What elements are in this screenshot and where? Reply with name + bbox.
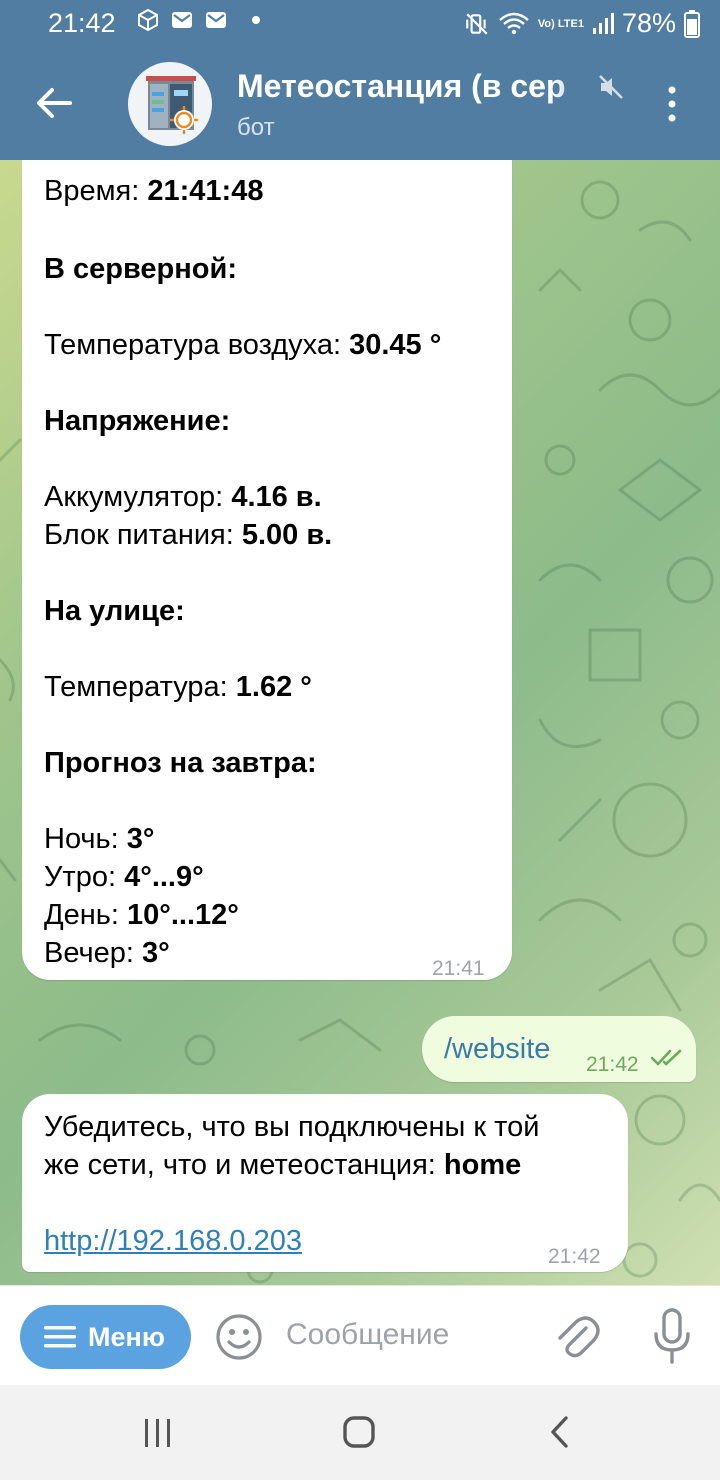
bot-menu-button[interactable]: Меню bbox=[20, 1305, 191, 1369]
night-value: 3° bbox=[126, 823, 155, 855]
double-check-icon bbox=[650, 1049, 682, 1066]
network-name: home bbox=[443, 1149, 522, 1181]
voltage-heading: Напряжение: bbox=[44, 402, 230, 440]
signal-icon bbox=[592, 12, 614, 34]
outside-heading: На улице: bbox=[44, 592, 185, 630]
status-bar: 21:42 Vo) LTE1 78% bbox=[0, 0, 720, 48]
chat-header: Метеостанция (в сер бот bbox=[0, 48, 720, 160]
more-notifications-dot bbox=[252, 16, 260, 24]
paperclip-icon[interactable] bbox=[552, 1310, 600, 1362]
menu-label: Меню bbox=[88, 1321, 165, 1352]
cube-icon bbox=[138, 8, 158, 32]
server-heading-text: В серверной: bbox=[44, 253, 237, 285]
incoming-message-reply[interactable]: Убедитесь, что вы подключены к той же се… bbox=[22, 1094, 628, 1272]
outside-heading-text: На улице: bbox=[44, 595, 185, 627]
battery-line: Аккумулятор: 4.16 в. bbox=[44, 478, 322, 516]
muted-speaker-icon bbox=[599, 75, 623, 99]
hamburger-icon bbox=[44, 1326, 76, 1348]
emoji-icon[interactable] bbox=[214, 1312, 264, 1362]
message-timestamp: 21:42 bbox=[548, 1245, 601, 1268]
system-status: Vo) LTE1 78% bbox=[464, 8, 700, 39]
reply-line-2-text: же сети, что и метеостанция: bbox=[44, 1149, 436, 1181]
psu-line: Блок питания: 5.00 в. bbox=[44, 516, 332, 554]
night-label: Ночь: bbox=[44, 823, 119, 855]
day-label: День: bbox=[44, 899, 119, 931]
evening-label: Вечер: bbox=[44, 937, 134, 969]
psu-value: 5.00 в. bbox=[241, 519, 333, 551]
back-arrow-icon[interactable] bbox=[30, 78, 80, 128]
network-type: Vo) LTE1 bbox=[537, 17, 584, 30]
message-timestamp: 21:42 bbox=[586, 1053, 639, 1076]
night-line: Ночь: 3° bbox=[44, 820, 155, 858]
battery-value: 4.16 в. bbox=[231, 481, 322, 513]
voltage-heading-text: Напряжение: bbox=[44, 405, 231, 437]
status-time: 21:42 bbox=[48, 8, 116, 38]
time-label: Время: bbox=[44, 175, 140, 207]
recent-apps-icon[interactable] bbox=[142, 1417, 174, 1449]
more-options-icon[interactable] bbox=[660, 84, 684, 124]
morning-value: 4°...9° bbox=[124, 861, 204, 893]
time-line: Время: 21:41:48 bbox=[44, 172, 263, 210]
morning-label: Утро: bbox=[44, 861, 117, 893]
mail-icon bbox=[172, 12, 192, 28]
website-link[interactable]: http://192.168.0.203 bbox=[44, 1222, 302, 1260]
battery-icon bbox=[684, 9, 700, 38]
microphone-icon[interactable] bbox=[650, 1308, 694, 1364]
outside-temp-label: Температура: bbox=[44, 671, 228, 703]
system-navigation-bar bbox=[0, 1385, 720, 1480]
incoming-message-report[interactable]: Время: 21:41:48 В серверной: Температура… bbox=[22, 160, 512, 980]
reply-line-1: Убедитесь, что вы подключены к той bbox=[44, 1111, 540, 1143]
forecast-heading-text: Прогноз на завтра: bbox=[44, 747, 317, 779]
server-heading: В серверной: bbox=[44, 250, 237, 288]
chat-subtitle: бот bbox=[237, 114, 275, 141]
day-value: 10°...12° bbox=[127, 899, 239, 931]
reply-line-2: же сети, что и метеостанция: home bbox=[44, 1146, 521, 1184]
day-line: День: 10°...12° bbox=[44, 896, 239, 934]
forecast-heading: Прогноз на завтра: bbox=[44, 744, 317, 782]
battery-percent: 78% bbox=[621, 8, 676, 38]
message-input-bar: Меню Сообщение bbox=[0, 1285, 720, 1386]
chat-area[interactable]: Время: 21:41:48 В серверной: Температура… bbox=[0, 160, 720, 1285]
message-input[interactable]: Сообщение bbox=[286, 1318, 449, 1352]
message-timestamp: 21:41 bbox=[432, 957, 485, 980]
mail-icon bbox=[206, 12, 226, 28]
time-value: 21:41:48 bbox=[147, 175, 264, 207]
evening-value: 3° bbox=[142, 937, 170, 969]
outgoing-message-command[interactable]: /website 21:42 bbox=[422, 1016, 696, 1082]
air-temp-value: 30.45 ° bbox=[349, 329, 442, 361]
home-icon[interactable] bbox=[342, 1415, 376, 1449]
chat-title[interactable]: Метеостанция (в сер bbox=[237, 68, 627, 105]
air-temp-label: Температура воздуха: bbox=[44, 329, 342, 361]
weather-station-icon bbox=[146, 76, 198, 134]
battery-label: Аккумулятор: bbox=[44, 481, 224, 513]
command-text[interactable]: /website bbox=[444, 1030, 550, 1068]
notification-icons bbox=[136, 8, 260, 32]
wifi-icon bbox=[499, 12, 529, 34]
psu-label: Блок питания: bbox=[44, 519, 234, 551]
avatar[interactable] bbox=[128, 62, 212, 146]
morning-line: Утро: 4°...9° bbox=[44, 858, 204, 896]
evening-line: Вечер: 3° bbox=[44, 934, 170, 972]
outside-temp-line: Температура: 1.62 ° bbox=[44, 668, 312, 706]
air-temp-line: Температура воздуха: 30.45 ° bbox=[44, 326, 441, 364]
back-icon[interactable] bbox=[548, 1415, 572, 1449]
outside-temp-value: 1.62 ° bbox=[235, 671, 312, 703]
vibrate-mute-icon bbox=[466, 12, 488, 35]
